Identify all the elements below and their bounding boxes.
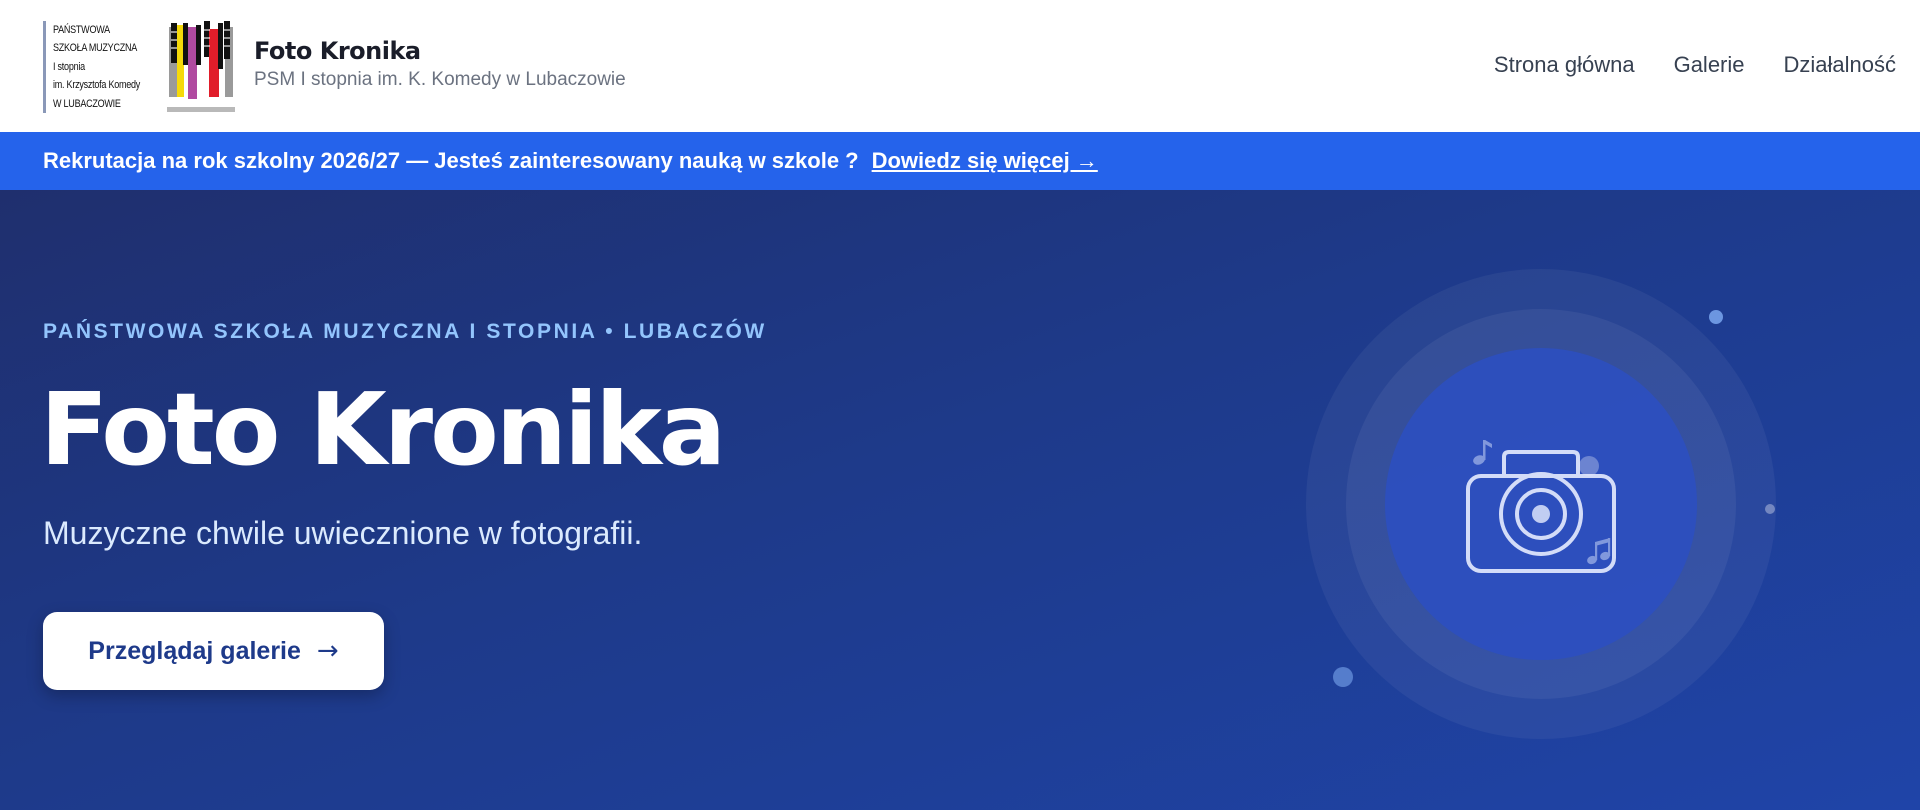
- hero-eyebrow: PAŃSTWOWA SZKOŁA MUZYCZNA I STOPNIA • LU…: [43, 320, 767, 343]
- inner-disc: [1385, 348, 1697, 660]
- logo-line: W LUBACZOWIE: [53, 97, 121, 110]
- nav-link-home[interactable]: Strona główna: [1494, 50, 1635, 80]
- announcement-text: Rekrutacja na rok szkolny 2026/27 — Jest…: [43, 148, 859, 173]
- brand-title: Foto Kronika: [254, 37, 421, 65]
- browse-galleries-label: Przeglądaj galerie: [88, 636, 301, 665]
- browse-galleries-button[interactable]: Przeglądaj galerie →: [43, 612, 384, 690]
- nav-link-galleries[interactable]: Galerie: [1674, 50, 1745, 80]
- school-logo[interactable]: PAŃSTWOWA SZKOŁA MUZYCZNA I stopnia im. …: [43, 21, 235, 113]
- hero-subtitle: Muzyczne chwile uwiecznione w fotografii…: [43, 515, 643, 551]
- camera-illustration: [1306, 269, 1776, 739]
- piano-keys-logo-icon: [167, 21, 235, 112]
- brand-block[interactable]: Foto Kronika PSM I stopnia im. K. Komedy…: [254, 36, 626, 92]
- nav-link-activities[interactable]: Działalność: [1784, 50, 1897, 80]
- site-header: PAŃSTWOWA SZKOŁA MUZYCZNA I stopnia im. …: [0, 0, 1920, 132]
- logo-line: I stopnia: [53, 60, 85, 73]
- logo-line: im. Krzysztofa Komedy: [53, 79, 141, 92]
- decor-dot: [1579, 456, 1599, 476]
- announcement-bar: Rekrutacja na rok szkolny 2026/27 — Jest…: [0, 132, 1920, 190]
- arrow-right-icon: →: [316, 636, 339, 666]
- decor-dot: [1765, 504, 1775, 514]
- decor-dot: [1709, 310, 1723, 324]
- brand-subtitle: PSM I stopnia im. K. Komedy w Lubaczowie: [254, 69, 626, 90]
- logo-line: SZKOŁA MUZYCZNA: [53, 42, 138, 55]
- logo-line: PAŃSTWOWA: [53, 24, 110, 36]
- decor-dot: [1333, 667, 1353, 687]
- hero-section: PAŃSTWOWA SZKOŁA MUZYCZNA I STOPNIA • LU…: [0, 190, 1920, 810]
- logo-text-block: PAŃSTWOWA SZKOŁA MUZYCZNA I stopnia im. …: [43, 21, 163, 113]
- announcement-learn-more-link[interactable]: Dowiedz się więcej →: [872, 148, 1098, 174]
- hero-title: Foto Kronika: [40, 371, 726, 488]
- main-nav: Strona główna Galerie Działalność: [1494, 50, 1896, 80]
